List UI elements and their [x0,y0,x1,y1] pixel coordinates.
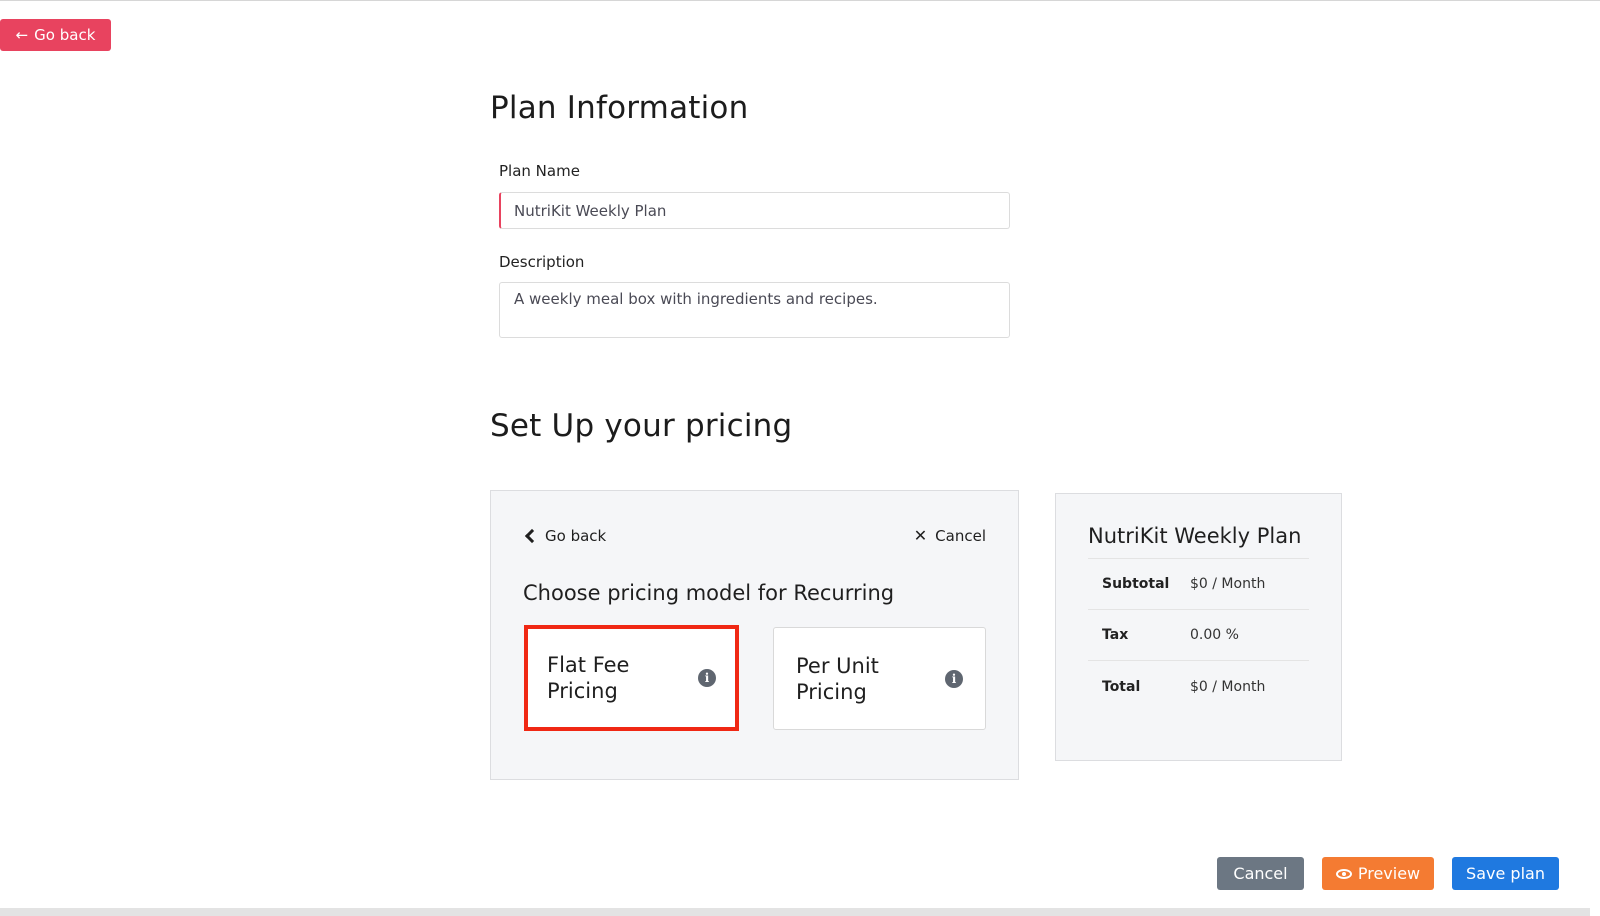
plan-name-label: Plan Name [499,162,580,180]
summary-title: NutriKit Weekly Plan [1088,524,1309,559]
chevron-left-icon [524,528,540,544]
summary-value: $0 / Month [1190,678,1266,695]
info-icon[interactable]: i [698,669,716,687]
cancel-button-label: Cancel [1233,864,1288,883]
save-plan-button-label: Save plan [1466,864,1545,883]
arrow-left-icon: ← [15,25,29,44]
eye-icon [1335,868,1352,879]
pricing-model-panel: Go back ✕ Cancel Choose pricing model fo… [490,490,1019,780]
panel-go-back-label: Go back [545,527,607,545]
go-back-label: Go back [34,26,96,44]
summary-key: Total [1102,678,1141,695]
panel-go-back-button[interactable]: Go back [523,527,606,545]
save-plan-button[interactable]: Save plan [1452,857,1559,890]
go-back-button[interactable]: ← Go back [0,19,111,51]
plan-name-value: NutriKit Weekly Plan [514,201,667,220]
plan-summary-card: NutriKit Weekly Plan Subtotal $0 / Month… [1055,493,1342,761]
plan-name-input[interactable]: NutriKit Weekly Plan [499,192,1010,229]
summary-row-subtotal: Subtotal $0 / Month [1088,559,1309,610]
preview-button[interactable]: Preview [1322,857,1434,890]
summary-key: Subtotal [1102,576,1170,592]
description-textarea[interactable]: A weekly meal box with ingredients and r… [499,282,1010,338]
flat-fee-pricing-option[interactable]: Flat Fee Pricing i [524,625,739,731]
close-icon: ✕ [913,526,928,545]
per-unit-pricing-label: Per Unit Pricing [796,653,879,704]
pricing-model-heading: Choose pricing model for Recurring [523,581,895,605]
summary-key: Tax [1102,627,1129,643]
plan-information-title: Plan Information [490,90,749,126]
info-icon[interactable]: i [945,669,963,688]
panel-cancel-label: Cancel [935,527,986,545]
description-value: A weekly meal box with ingredients and r… [514,290,878,308]
panel-cancel-button[interactable]: ✕ Cancel [914,527,986,545]
per-unit-pricing-option[interactable]: Per Unit Pricing i [773,627,986,730]
summary-value: 0.00 % [1190,627,1239,643]
top-divider [0,0,1600,1]
summary-row-total: Total $0 / Month [1088,661,1309,712]
summary-row-tax: Tax 0.00 % [1088,610,1309,661]
pricing-title: Set Up your pricing [490,408,793,444]
summary-value: $0 / Month [1190,576,1266,592]
description-label: Description [499,253,585,271]
horizontal-scrollbar[interactable] [0,908,1590,916]
preview-button-label: Preview [1357,864,1421,883]
flat-fee-pricing-label: Flat Fee Pricing [547,653,630,703]
cancel-button[interactable]: Cancel [1217,857,1304,890]
